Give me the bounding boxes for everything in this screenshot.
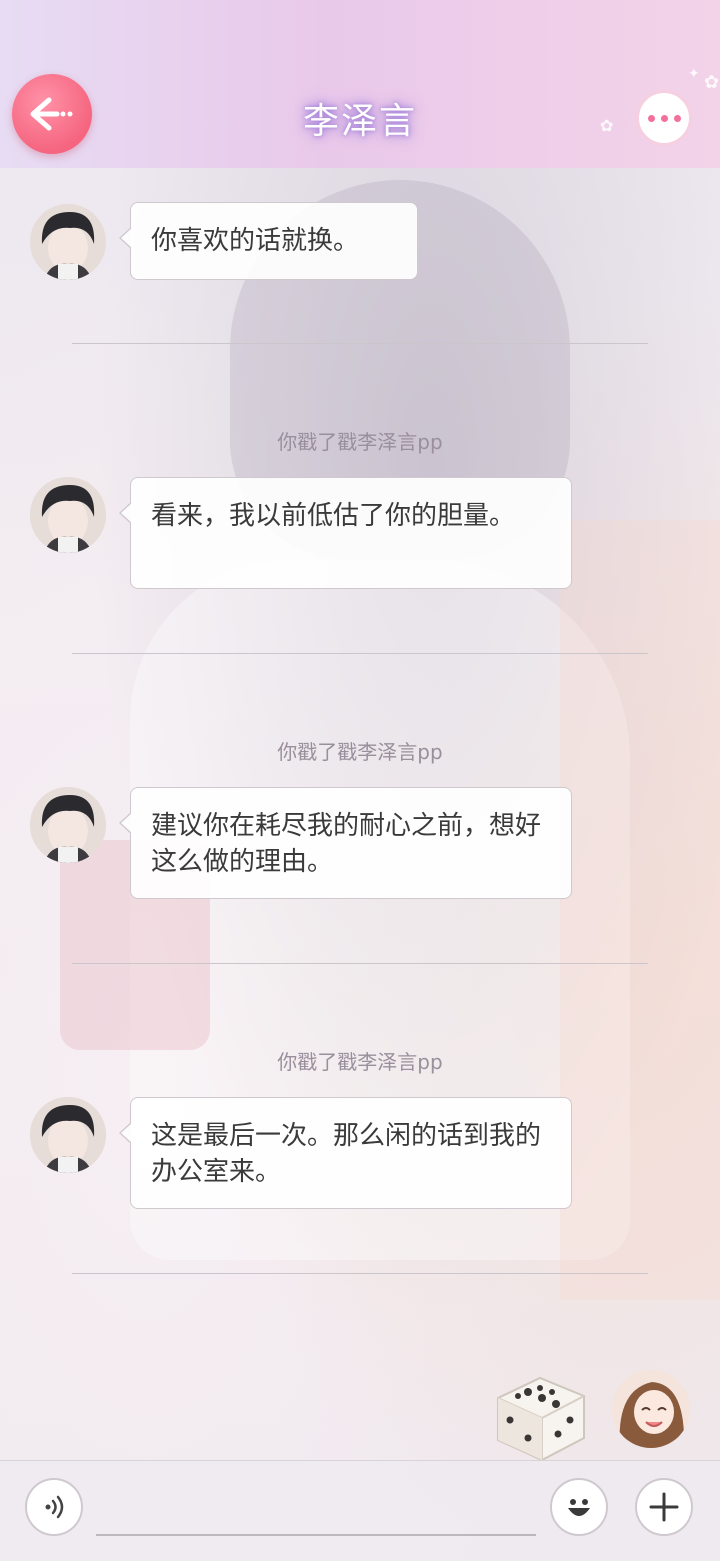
- divider: [72, 343, 648, 344]
- message-bubble: 这是最后一次。那么闲的话到我的办公室来。: [119, 1097, 572, 1209]
- emoji-button[interactable]: [550, 1478, 608, 1536]
- contact-avatar[interactable]: [30, 204, 106, 280]
- message-text: 建议你在耗尽我的耐心之前，想好这么做的理由。: [151, 811, 542, 877]
- contact-avatar[interactable]: [30, 1097, 106, 1173]
- plus-icon: [649, 1492, 679, 1522]
- emoji-icon: [568, 1499, 590, 1516]
- avatar-portrait-icon: [30, 787, 106, 863]
- divider: [72, 1273, 648, 1274]
- voice-input-icon: [45, 1495, 64, 1519]
- poke-notice: 你戳了戳李泽言pp: [277, 1050, 443, 1074]
- poke-notice: 你戳了戳李泽言pp: [277, 740, 443, 764]
- avatar-portrait-icon: [30, 1097, 106, 1173]
- dice-button[interactable]: [488, 1368, 592, 1464]
- input-bar: [0, 1460, 720, 1561]
- background-figure-coat: [560, 520, 720, 1300]
- more-dots-icon: [647, 114, 655, 122]
- my-avatar[interactable]: [612, 1370, 690, 1448]
- message-bubble: 你喜欢的话就换。: [119, 202, 418, 280]
- sparkle-icon: ✿: [704, 72, 720, 93]
- page-title: 李泽言: [302, 101, 417, 142]
- contact-avatar[interactable]: [30, 477, 106, 553]
- dice-icon: [497, 1376, 585, 1462]
- message-text: 看来，我以前低估了你的胆量。: [151, 501, 516, 531]
- contact-avatar[interactable]: [30, 787, 106, 863]
- message-bubble: 看来，我以前低估了你的胆量。: [119, 477, 572, 589]
- avatar-portrait-icon: [30, 204, 106, 280]
- plus-button[interactable]: [635, 1478, 693, 1536]
- avatar-portrait-icon: [612, 1370, 690, 1448]
- poke-notice: 你戳了戳李泽言pp: [277, 430, 443, 454]
- message-text: 你喜欢的话就换。: [151, 226, 360, 256]
- message-text: 这是最后一次。那么闲的话到我的办公室来。: [151, 1121, 542, 1187]
- voice-button[interactable]: [25, 1478, 83, 1536]
- avatar-portrait-icon: [30, 477, 106, 553]
- message-input[interactable]: [96, 1534, 536, 1536]
- divider: [72, 653, 648, 654]
- message-bubble: 建议你在耗尽我的耐心之前，想好这么做的理由。: [119, 787, 572, 899]
- more-options-button[interactable]: [636, 90, 692, 146]
- sparkle-icon: ✦: [688, 66, 700, 82]
- chat-header: ✦ ✿ ✿ 李泽言: [0, 0, 720, 168]
- divider: [72, 963, 648, 964]
